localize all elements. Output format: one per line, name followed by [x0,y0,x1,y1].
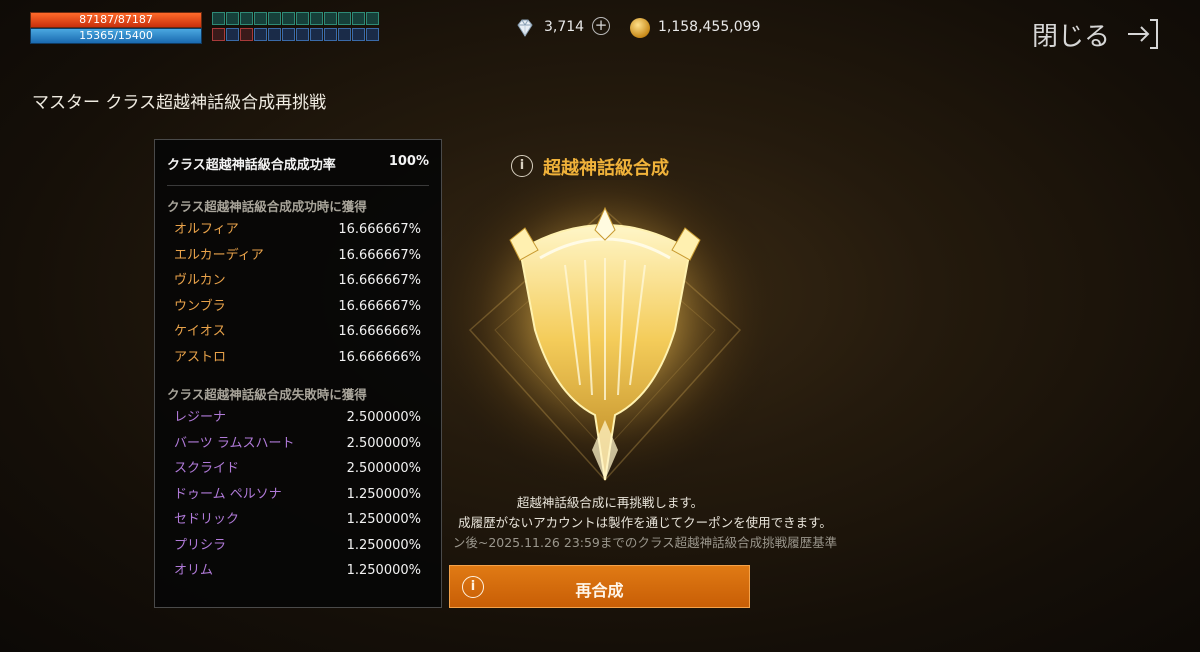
reward-probability: 2.500000% [346,410,421,425]
fail-reward-row: ドゥーム ペルソナ 1.250000% [155,482,441,508]
buff-icon[interactable] [366,12,379,25]
buff-icon[interactable] [310,28,323,41]
page-title: マスター クラス超越神話級合成再挑戦 [32,93,327,113]
gold-coin-icon [630,18,650,38]
fail-reward-row: バーツ ラムスハート 2.500000% [155,431,441,457]
reward-name: ドゥーム ペルソナ [174,486,282,502]
buff-icon[interactable] [338,12,351,25]
buff-icon[interactable] [352,28,365,41]
probability-panel[interactable]: クラス超越神話級合成成功率 100% クラス超越神話級合成成功時に獲得 オルフィ… [154,139,442,608]
reward-probability: 1.250000% [346,563,421,578]
resynthesize-button[interactable]: i 再合成 [449,565,750,608]
add-diamond-button[interactable]: + [592,17,610,35]
close-label: 閉じる [1032,21,1111,52]
success-reward-row: ウンブラ 16.666667% [155,294,441,320]
fail-reward-row: スクライド 2.500000% [155,456,441,482]
buff-icon[interactable] [282,28,295,41]
success-rate-label: クラス超越神話級合成成功率 [167,158,336,173]
success-rate-row: クラス超越神話級合成成功率 100% [155,140,441,173]
fail-reward-row: レジーナ 2.500000% [155,405,441,431]
buff-icon[interactable] [268,28,281,41]
reward-probability: 16.666666% [338,324,421,339]
buff-icon[interactable] [240,28,253,41]
close-button[interactable]: 閉じる [1032,14,1160,54]
buff-icons-row-1 [212,12,379,25]
reward-name: レジーナ [174,410,227,425]
reward-name: セドリック [174,512,240,527]
gold-count: 1,158,455,099 [658,19,761,35]
notice-text: 超越神話級合成に再挑戦します。 [516,495,704,510]
notice-subtext: ン後~2025.11.26 23:59までのクラス超越神話級合成挑戦履歴基準 [452,535,838,550]
mp-value: 15365/15400 [79,29,153,42]
fail-rewards-heading: クラス超越神話級合成失敗時に獲得 [167,387,367,402]
fail-reward-row: オリム 1.250000% [155,558,441,584]
fail-reward-row: セドリック 1.250000% [155,507,441,533]
buff-icon[interactable] [226,12,239,25]
info-icon[interactable]: i [511,155,533,177]
reward-name: スクライド [174,461,240,476]
synthesis-title: 超越神話級合成 [543,158,669,179]
buff-icon[interactable] [338,28,351,41]
success-rewards-heading: クラス超越神話級合成成功時に獲得 [167,199,367,214]
buff-icon[interactable] [212,12,225,25]
success-reward-row: アストロ 16.666666% [155,345,441,371]
reward-name: バーツ ラムスハート [174,435,295,451]
buff-icon[interactable] [324,12,337,25]
exit-arrow-icon [1128,19,1159,49]
resynthesize-label: 再合成 [575,581,624,600]
reward-probability: 16.666667% [338,247,421,263]
buff-icons-row-2 [212,28,379,41]
reward-name: ヴルカン [174,273,226,288]
hp-value: 87187/87187 [79,13,153,26]
mp-bar: 15365/15400 [30,28,202,44]
success-reward-row: エルカーディア 16.666667% [155,243,441,269]
buff-icon[interactable] [352,12,365,25]
mythic-emblem-icon [440,180,770,510]
reward-probability: 16.666666% [338,349,421,365]
buff-icon[interactable] [324,28,337,41]
buff-icon[interactable] [240,12,253,25]
success-rate-value: 100% [388,154,429,169]
success-reward-row: ケイオス 16.666666% [155,319,441,345]
buff-icon[interactable] [254,28,267,41]
success-reward-row: ヴルカン 16.666667% [155,268,441,294]
buff-icon[interactable] [282,12,295,25]
buff-icon[interactable] [254,12,267,25]
reward-probability: 16.666667% [338,273,421,288]
buff-icon[interactable] [296,28,309,41]
reward-name: ケイオス [174,324,226,339]
buff-icon[interactable] [310,12,323,25]
diamond-count: 3,714 [544,19,585,35]
reward-name: エルカーディア [174,247,264,263]
reward-name: オリム [174,563,214,578]
reward-name: オルフィア [174,222,239,237]
buff-icon[interactable] [366,28,379,41]
reward-name: アストロ [174,349,227,365]
fail-reward-row: プリシラ 1.250000% [155,533,441,559]
buff-icon[interactable] [212,28,225,41]
reward-probability: 1.250000% [346,486,421,502]
notice-text: 成履歴がないアカウントは製作を通じてクーポンを使用できます。 [458,515,832,530]
hp-bar: 87187/87187 [30,12,202,28]
buff-icon[interactable] [296,12,309,25]
success-reward-row: オルフィア 16.666667% [155,217,441,243]
reward-probability: 16.666667% [338,222,421,237]
reward-probability: 2.500000% [346,435,421,451]
buff-icon[interactable] [226,28,239,41]
reward-name: ウンブラ [174,298,226,314]
reward-probability: 16.666667% [338,298,421,314]
buff-icon[interactable] [268,12,281,25]
diamond-icon [517,19,533,37]
reward-probability: 2.500000% [346,461,421,476]
reward-name: プリシラ [174,537,227,553]
